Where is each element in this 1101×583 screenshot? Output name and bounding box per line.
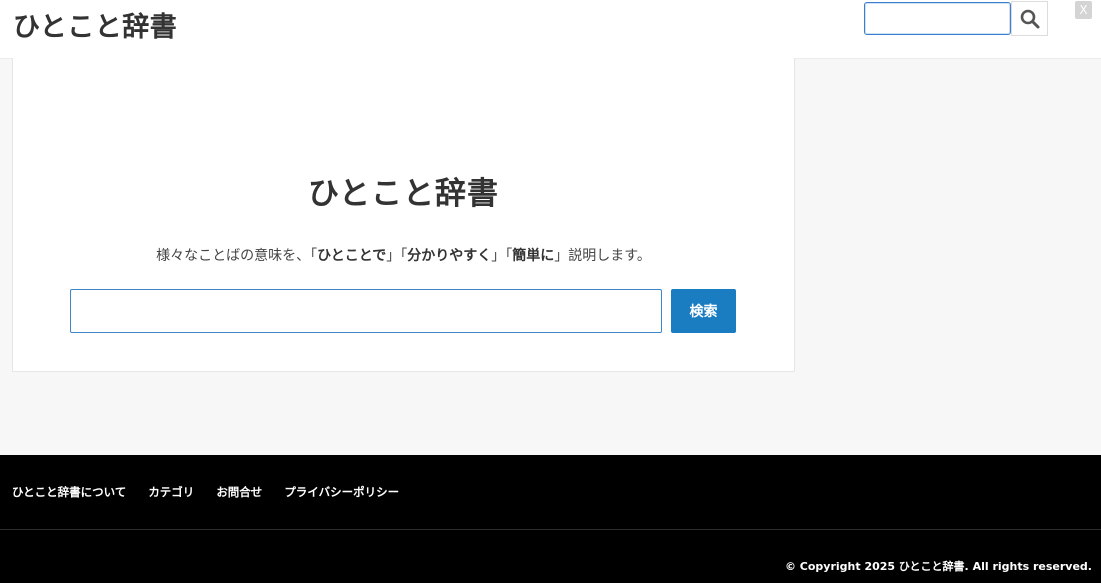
tagline-bold-3: 簡単に: [512, 248, 555, 264]
footer-link-contact[interactable]: お問合せ: [216, 484, 262, 500]
tagline-bold-1: ひとことで: [317, 248, 387, 264]
copyright: © Copyright 2025 ひとこと辞書. All rights rese…: [784, 560, 1092, 573]
search-icon: [1020, 9, 1039, 28]
header-search-button[interactable]: [1011, 1, 1048, 36]
main-card: ひとこと辞書 様々なことばの意味を、「ひとことで」「分かりやすく」「簡単に」説明…: [12, 58, 795, 372]
tagline-bold-2: 分かりやすく: [407, 248, 492, 264]
main-search-input[interactable]: [70, 289, 662, 333]
tagline-sep-2: 」「: [491, 248, 513, 264]
main-search-button[interactable]: 検索: [671, 289, 736, 333]
site-footer: ひとこと辞書について カテゴリ お問合せ プライバシーポリシー © Copyri…: [0, 455, 1101, 583]
x-icon[interactable]: X: [1075, 1, 1092, 19]
footer-link-about[interactable]: ひとこと辞書について: [12, 484, 126, 500]
header-search-input[interactable]: [864, 2, 1011, 35]
footer-nav: ひとこと辞書について カテゴリ お問合せ プライバシーポリシー: [12, 484, 399, 500]
footer-divider: [0, 529, 1101, 530]
tagline-suffix: 」説明します。: [554, 248, 651, 264]
tagline-sep-1: 」「: [386, 248, 408, 264]
tagline-prefix: 様々なことばの意味を、「: [156, 248, 318, 264]
site-logo[interactable]: ひとこと辞書: [13, 5, 177, 44]
page-title: ひとこと辞書: [307, 176, 500, 212]
tagline: 様々なことばの意味を、「ひとことで」「分かりやすく」「簡単に」説明します。: [13, 245, 794, 265]
site-header: ひとこと辞書 X: [0, 0, 1101, 59]
footer-link-category[interactable]: カテゴリ: [148, 484, 194, 500]
footer-link-privacy[interactable]: プライバシーポリシー: [284, 484, 399, 500]
